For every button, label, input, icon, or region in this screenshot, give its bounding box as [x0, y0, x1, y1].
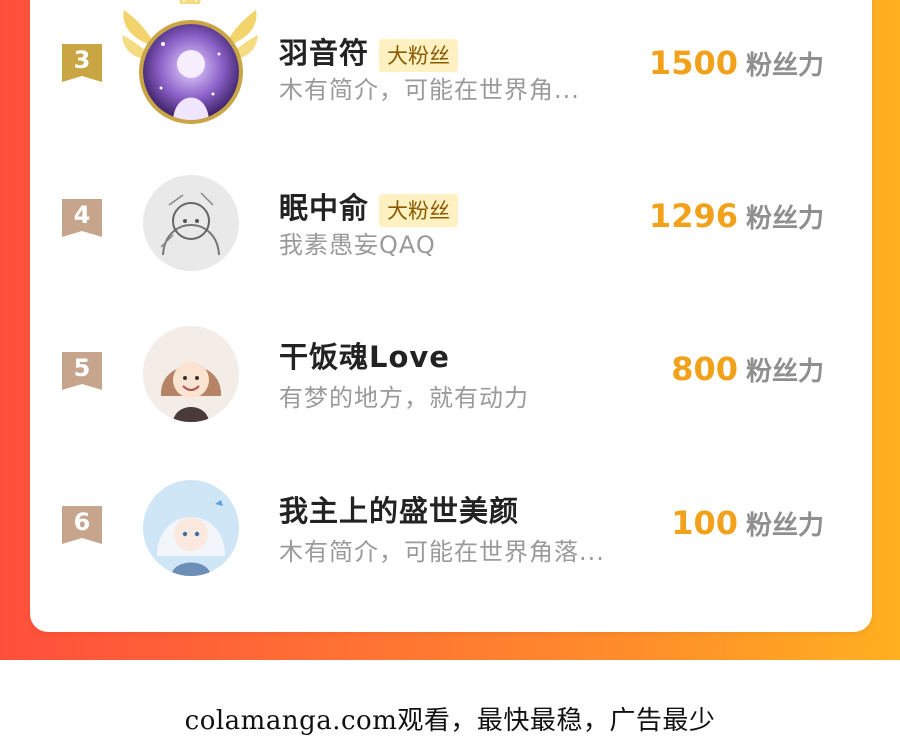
rank-badge: 3	[60, 42, 104, 86]
anime-girl-purple-avatar-icon[interactable]	[139, 20, 243, 124]
rank-number: 4	[73, 201, 91, 229]
user-name-text: 我主上的盛世美颜	[279, 494, 520, 528]
rank-badge: 4	[60, 197, 104, 241]
user-bio: 我素愚妄QAQ	[279, 231, 436, 259]
fan-power-unit: 粉丝力	[745, 204, 824, 234]
user-bio: 木有简介，可能在世界角落...	[279, 538, 605, 566]
rank-number: 5	[73, 354, 91, 382]
anime-girl-brown-hair-avatar-icon[interactable]	[143, 326, 239, 422]
ranking-row[interactable]: 5 干饭魂Love 有梦的地方，就有动力 800 粉丝力	[30, 288, 872, 428]
user-name-text: 干饭魂Love	[279, 340, 450, 374]
user-name-text: 羽音符	[279, 36, 370, 70]
user-name[interactable]: 我主上的盛世美颜	[279, 488, 519, 530]
user-name-text: 眠中俞	[279, 191, 370, 225]
user-bio: 木有简介，可能在世界角...	[279, 76, 580, 104]
fan-power-unit: 粉丝力	[745, 511, 824, 541]
footer-watermark-text: colamanga.com观看，最快最稳，广告最少	[184, 706, 716, 736]
fan-power-value: 1296	[648, 197, 738, 235]
big-fan-tag: 大粉丝	[379, 38, 459, 72]
ranking-row[interactable]: 4 眠中俞 大粉丝 我素愚妄QAQ 1296 粉丝力	[30, 135, 872, 275]
rank-badge: 5	[60, 350, 104, 394]
user-name[interactable]: 干饭魂Love	[279, 334, 450, 376]
fan-power-value: 800	[671, 350, 738, 388]
fan-power-unit: 粉丝力	[745, 51, 824, 81]
rank-number: 3	[73, 46, 91, 74]
sketch-avatar-icon[interactable]	[143, 175, 239, 271]
fan-ranking-card: 3 羽音符 大粉丝 木有简介，可能在世界角... 1500 粉丝力 4 眠中俞 …	[30, 0, 872, 632]
fan-power-unit: 粉丝力	[745, 357, 824, 387]
anime-boy-white-hair-avatar-icon[interactable]	[143, 480, 239, 576]
user-bio: 有梦的地方，就有动力	[279, 384, 529, 412]
rank-badge: 6	[60, 504, 104, 548]
fan-power: 1500 粉丝力	[649, 44, 824, 82]
fan-power-value: 100	[671, 504, 738, 542]
user-name[interactable]: 眠中俞 大粉丝	[279, 185, 459, 227]
ranking-row[interactable]: 6 我主上的盛世美颜 木有简介，可能在世界角落... 100 粉丝力	[30, 442, 872, 582]
fan-power: 100 粉丝力	[671, 504, 824, 542]
rank-number: 6	[73, 508, 91, 536]
fan-power-value: 1500	[648, 44, 738, 82]
ranking-row[interactable]: 3 羽音符 大粉丝 木有简介，可能在世界角... 1500 粉丝力	[30, 0, 872, 124]
big-fan-tag: 大粉丝	[379, 193, 459, 227]
fan-power: 800 粉丝力	[671, 350, 824, 388]
fan-power: 1296 粉丝力	[649, 197, 824, 235]
user-name[interactable]: 羽音符 大粉丝	[279, 30, 459, 72]
